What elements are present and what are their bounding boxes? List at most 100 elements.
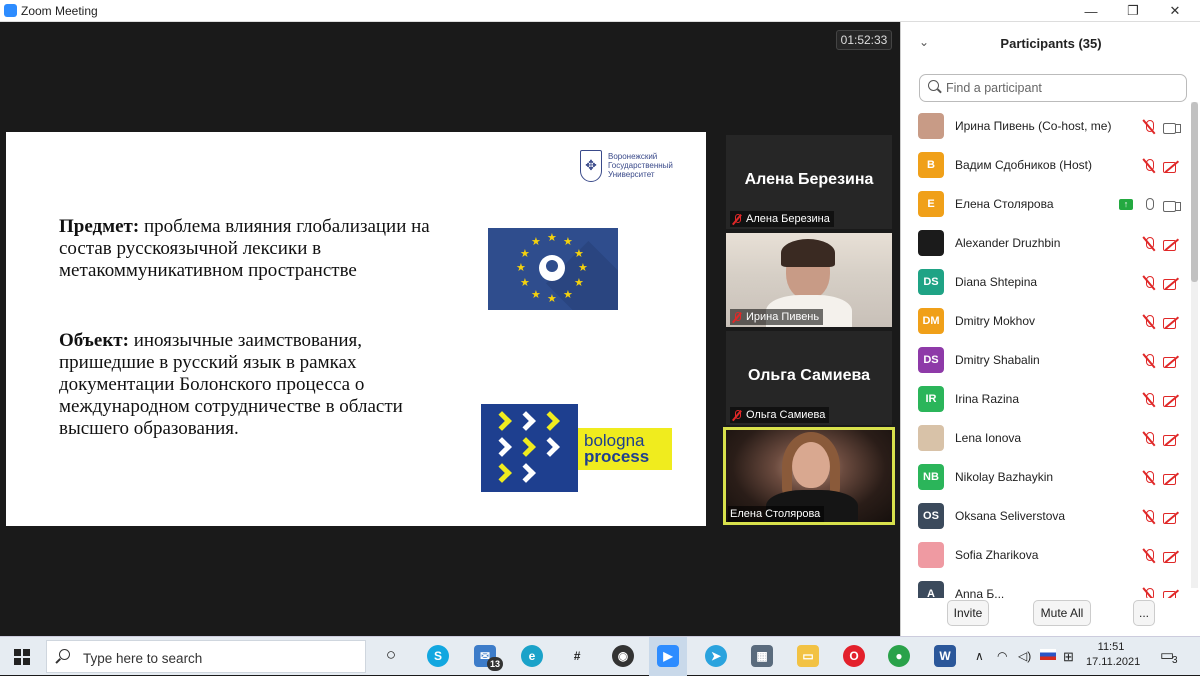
camera-off-icon[interactable] [1163,394,1181,407]
participant-row[interactable]: A Anna Б... [901,576,1189,598]
participant-name: Nikolay Bazhaykin [955,470,1054,484]
participant-search-placeholder: Find a participant [946,81,1042,95]
participant-name: Anna Б... [955,587,1005,598]
camera-icon[interactable] [1163,199,1181,212]
video-tile-label: Алена Березина [730,211,834,227]
task-view-icon[interactable]: ○ [380,645,402,667]
video-tile-name: Елена Столярова [730,508,821,520]
video-tile-label: Елена Столярова [728,506,825,522]
participant-name: Ирина Пивень (Co-host, me) [955,119,1112,133]
calculator-icon[interactable]: ▦ [751,645,773,667]
invite-button[interactable]: Invite [947,600,989,626]
camera-off-icon[interactable] [1163,550,1181,563]
graduate-icon [539,255,565,281]
mic-muted-icon[interactable] [1142,510,1156,526]
participant-row[interactable]: DS Diana Shtepina [901,264,1189,302]
mic-muted-icon[interactable] [1142,432,1156,448]
participant-row[interactable]: Ирина Пивень (Co-host, me) [901,108,1189,146]
more-options-button[interactable]: ... [1133,600,1155,626]
participant-search-input[interactable]: Find a participant [919,74,1187,102]
participant-name: Вадим Сдобников (Host) [955,158,1092,172]
word-icon[interactable]: W [934,645,956,667]
obs-icon[interactable]: ◉ [612,645,634,667]
video-tile-name: Алена Березина [746,213,830,225]
telegram-icon[interactable]: ➤ [705,645,727,667]
participant-row[interactable]: Alexander Druzhbin [901,225,1189,263]
camera-off-icon[interactable] [1163,511,1181,524]
mic-muted-icon[interactable] [1142,549,1156,565]
participant-row[interactable]: Sofia Zharikova [901,537,1189,575]
university-crest-icon: ✥ [580,150,602,182]
video-tile-label: Ирина Пивень [730,309,824,325]
slide-subject-paragraph: Предмет: проблема влияния глобализации н… [59,216,459,282]
language-flag-icon[interactable] [1040,649,1056,660]
camera-off-icon[interactable] [1163,355,1181,368]
camera-off-icon[interactable] [1163,589,1181,598]
windows-start-icon[interactable] [14,649,30,665]
mic-muted-icon[interactable] [1142,354,1156,370]
screen-share-icon: ↑ [1119,199,1133,210]
camera-off-icon[interactable] [1163,316,1181,329]
participant-row[interactable]: B Вадим Сдобников (Host) [901,147,1189,185]
zoom-icon[interactable]: ▶ [657,645,679,667]
mic-muted-icon[interactable] [1142,588,1156,598]
file-explorer-icon[interactable]: ▭ [797,645,819,667]
edge-icon[interactable]: e [521,645,543,667]
camera-icon[interactable] [1163,121,1181,134]
show-hidden-icons-chevron-icon[interactable]: ∧ [975,649,984,663]
eu-graduate-image: ★ ★ ★ ★ ★ ★ ★ ★ ★ ★ ★ ★ [488,228,618,310]
participant-row[interactable]: IR Irina Razina [901,381,1189,419]
participant-row[interactable]: Lena Ionova [901,420,1189,458]
mic-muted-icon[interactable] [1142,159,1156,175]
video-tile-alena[interactable]: Алена Березина Алена Березина [726,135,892,229]
maximize-button[interactable]: ❐ [1110,0,1156,22]
notification-count: 3 [1172,655,1178,666]
camera-off-icon[interactable] [1163,160,1181,173]
mic-muted-icon[interactable] [1142,471,1156,487]
opera-icon[interactable]: O [843,645,865,667]
mail-badge: 13 [487,657,503,671]
camera-off-icon[interactable] [1163,238,1181,251]
slide-subject-label: Предмет: [59,216,140,237]
mic-muted-icon[interactable] [1142,393,1156,409]
volume-icon[interactable]: ◁) [1018,649,1031,663]
video-tile-olga[interactable]: Ольга Самиева Ольга Самиева [726,331,892,425]
skype-icon[interactable]: S [427,645,449,667]
mic-muted-icon[interactable] [1142,120,1156,136]
close-button[interactable]: ✕ [1152,0,1198,22]
taskbar-search-input[interactable]: Type here to search [46,640,366,673]
participant-row[interactable]: DM Dmitry Mokhov [901,303,1189,341]
handwriting-app-icon[interactable]: # [566,645,588,667]
participant-row[interactable]: NB Nikolay Bazhaykin [901,459,1189,497]
participant-row[interactable]: E Елена Столярова ↑ [901,186,1189,224]
mute-all-button[interactable]: Mute All [1033,600,1091,626]
avatar: DS [918,347,944,373]
participant-row[interactable]: DS Dmitry Shabalin [901,342,1189,380]
muted-mic-icon [732,311,742,323]
video-tile-irina[interactable]: Ирина Пивень [726,233,892,327]
keyboard-layout-icon[interactable]: ⊞ [1063,649,1074,665]
participant-row[interactable]: OS Oksana Seliverstova [901,498,1189,536]
mic-muted-icon[interactable] [1142,237,1156,253]
taskbar-clock[interactable]: 11:51 17.11.2021 [1086,640,1140,670]
camera-off-icon[interactable] [1163,433,1181,446]
avatar: IR [918,386,944,412]
camera-off-icon[interactable] [1163,277,1181,290]
avatar: E [918,191,944,217]
muted-mic-icon [732,213,742,225]
mic-muted-icon[interactable] [1142,315,1156,331]
participant-list-scrollbar[interactable] [1191,102,1198,588]
avatar: OS [918,503,944,529]
title-bar: Zoom Meeting — ❐ ✕ [0,0,1200,22]
video-tile-elena-active-speaker[interactable]: Елена Столярова [723,427,895,525]
windows-taskbar: Type here to search ○ S ✉ 13 e # ◉ ▶ ➤ ▦… [0,636,1200,676]
wifi-icon[interactable]: ◠ [997,649,1007,663]
mic-icon[interactable] [1142,198,1156,214]
camera-off-icon[interactable] [1163,472,1181,485]
chrome-icon[interactable]: ● [888,645,910,667]
minimize-button[interactable]: — [1068,0,1114,22]
mic-muted-icon[interactable] [1142,276,1156,292]
participant-name: Dmitry Shabalin [955,353,1040,367]
university-logo-text: Воронежский Государственный Университет [608,152,673,179]
zoom-app-icon [4,4,17,17]
